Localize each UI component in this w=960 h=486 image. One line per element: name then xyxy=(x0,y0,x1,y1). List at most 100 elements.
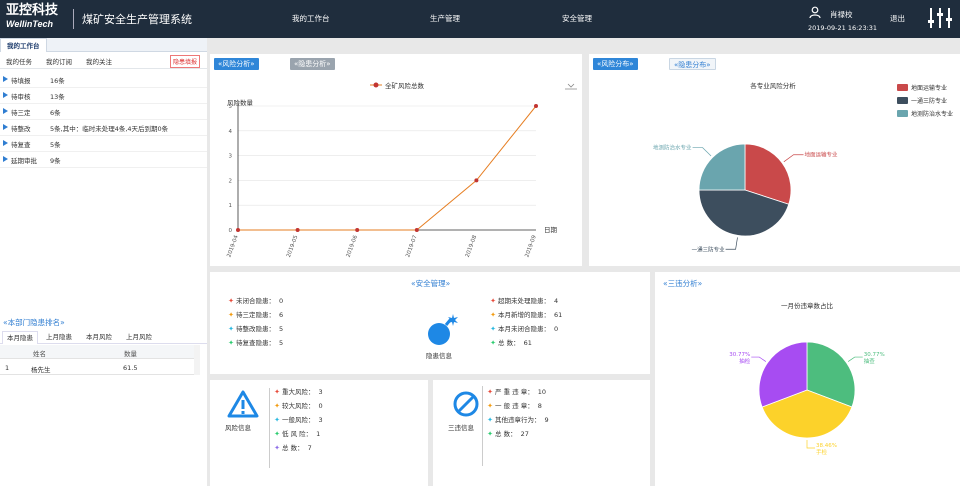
stat-label: 待复查隐患： xyxy=(236,339,275,347)
stat-label: 其他违章行为： xyxy=(495,416,541,424)
user-name[interactable]: 肖禄校 xyxy=(830,9,853,20)
ranking-scrollbar[interactable] xyxy=(194,345,200,375)
stat-total-risk[interactable]: ✦ 总 数： 7 xyxy=(274,442,312,452)
ranking-tab-last-month-risk[interactable]: 上月风险 xyxy=(122,331,156,344)
task-row-fill[interactable]: 待填报 16条 xyxy=(0,72,207,88)
subtab-my-follows[interactable]: 我的关注 xyxy=(86,56,112,66)
stat-value: 0 xyxy=(554,325,559,333)
stat-total-hazard[interactable]: ✦ 总 数： 61 xyxy=(490,337,532,347)
risk-info-label: 风险信息 xyxy=(225,424,251,432)
stat-total-violation[interactable]: ✦ 总 数： 27 xyxy=(487,428,529,438)
stat-unclosed-month[interactable]: ✦ 本月未闭合隐患： 0 xyxy=(490,323,558,333)
stat-label: 总 数： xyxy=(498,339,520,347)
risk-line-chart: 全矿风险总数风险数量012345日期2019-04 2019-05 2019-06 2… xyxy=(226,81,577,258)
system-title: 煤矿安全生产管理系统 xyxy=(82,13,192,26)
x-axis-title: 日期 xyxy=(544,226,558,234)
ranking-tab-this-month-hazard[interactable]: 本月隐患 xyxy=(2,331,38,344)
data-point xyxy=(414,228,419,232)
stat-general-violation[interactable]: ✦ 一 般 违 章： 8 xyxy=(487,400,542,410)
task-row-three-define[interactable]: 待三定 6条 xyxy=(0,104,207,120)
legend-label: 全矿风险总数 xyxy=(385,81,425,90)
task-row-review[interactable]: 待审核 13条 xyxy=(0,88,207,104)
three-analysis-title[interactable]: «三违分析» xyxy=(663,278,702,289)
logo-cn: 亚控科技 xyxy=(6,3,59,18)
legend-swatch xyxy=(897,110,908,117)
nav-my-workspace[interactable]: 我的工作台 xyxy=(292,13,330,24)
series-line xyxy=(238,105,537,231)
stat-value: 8 xyxy=(537,402,542,410)
stat-pending-rectify[interactable]: ✦ 待整改隐患： 5 xyxy=(228,323,283,333)
slice-label: 手检 xyxy=(816,448,828,456)
stat-major-risk[interactable]: ✦ 重大风险： 3 xyxy=(274,386,323,396)
stat-pending-three-define[interactable]: ✦ 待三定隐患： 6 xyxy=(228,309,283,319)
subtab-my-subscriptions[interactable]: 我的订阅 xyxy=(46,56,72,66)
task-label: 延期审批 xyxy=(11,157,37,165)
cross-icon: ✦ xyxy=(274,430,280,438)
tab-my-workspace[interactable]: 我的工作台 xyxy=(0,38,47,52)
data-point xyxy=(474,178,479,183)
bomb-icon xyxy=(428,314,458,345)
stat-value: 3 xyxy=(318,416,323,424)
stat-label: 一般风险： xyxy=(282,416,315,424)
cross-icon: ✦ xyxy=(490,339,496,347)
pie-title: 一月份违章数占比 xyxy=(781,301,834,310)
stat-label: 重大风险： xyxy=(282,388,315,396)
hidden-hazard-report-button[interactable]: 隐患填报 xyxy=(170,55,201,68)
cross-icon: ✦ xyxy=(228,297,234,305)
cross-icon: ✦ xyxy=(487,388,493,396)
data-point xyxy=(534,104,538,108)
hidden-distribution-button[interactable]: «隐患分布» xyxy=(669,58,716,70)
safety-title[interactable]: «安全管理» xyxy=(411,278,450,289)
stat-low-risk[interactable]: ✦ 低 风 险： 1 xyxy=(274,428,320,438)
company-logo: 亚控科技 WellinTech xyxy=(6,3,68,35)
label-leader xyxy=(806,440,815,449)
nav-production[interactable]: 生产管理 xyxy=(430,13,460,24)
stat-pending-recheck[interactable]: ✦ 待复查隐患： 5 xyxy=(228,337,283,347)
safety-management-panel: «安全管理» ✦ 未闭合隐患： 0 ✦ 待三定隐患： 6 ✦ 待整改隐患： 5 ✦ 待复查隐患… xyxy=(210,272,650,374)
data-point xyxy=(295,228,300,232)
stat-value: 0 xyxy=(318,402,323,410)
prohibited-icon xyxy=(453,391,479,417)
subtab-my-tasks[interactable]: 我的任务 xyxy=(6,56,32,66)
stat-other-violation[interactable]: ✦ 其他违章行为： 9 xyxy=(487,414,549,424)
task-label: 待整改 xyxy=(11,125,31,133)
table-row[interactable]: 1 杨先生 61.5 xyxy=(0,360,194,375)
subtab-divider xyxy=(0,68,207,69)
three-violations-panel: «三违分析» 一月份违章数占比 30.77% 抽查 38.46% 手检 30.77% 抽检 xyxy=(655,272,960,486)
logout-button[interactable]: 退出 xyxy=(890,13,905,24)
cross-icon: ✦ xyxy=(487,416,493,424)
stat-general-risk[interactable]: ✦ 一般风险： 3 xyxy=(274,414,323,424)
violation-info-divider xyxy=(482,386,483,466)
stat-serious-violation[interactable]: ✦ 严 重 违 章： 10 xyxy=(487,386,546,396)
ranking-tab-this-month-risk[interactable]: 本月风险 xyxy=(82,331,116,344)
slice-percent: 30.77% xyxy=(729,352,750,358)
task-row-extension[interactable]: 延期审批 9条 xyxy=(0,152,207,168)
task-row-recheck[interactable]: 待复查 5条 xyxy=(0,136,207,152)
hidden-analysis-button[interactable]: «隐患分析» xyxy=(290,58,335,70)
risk-analysis-button[interactable]: «风险分析» xyxy=(214,58,259,70)
stat-larger-risk[interactable]: ✦ 较大风险： 0 xyxy=(274,400,323,410)
stat-new-hazard-month[interactable]: ✦ 本月新增的隐患： 61 xyxy=(490,309,562,319)
user-icon[interactable] xyxy=(809,6,821,18)
ranking-tab-last-month-hazard[interactable]: 上月隐患 xyxy=(42,331,76,344)
task-value: 6条 xyxy=(50,109,61,117)
stat-value: 4 xyxy=(554,297,559,305)
slice-label: 地面运输专业 xyxy=(805,151,839,159)
stat-label: 未闭合隐患： xyxy=(236,297,275,305)
label-leader xyxy=(751,356,767,362)
stat-unclosed-hazard[interactable]: ✦ 未闭合隐患： 0 xyxy=(228,295,283,305)
label-leader xyxy=(725,237,738,250)
legend-label: 一通三防专业 xyxy=(911,97,947,105)
stat-overdue-hazard[interactable]: ✦ 超期未处理隐患： 4 xyxy=(490,295,558,305)
nav-safety[interactable]: 安全管理 xyxy=(562,13,592,24)
stat-value: 0 xyxy=(279,297,284,305)
triangle-right-icon xyxy=(3,140,8,146)
risk-distribution-button[interactable]: «风险分布» xyxy=(593,58,638,70)
header-divider xyxy=(73,9,74,29)
sliders-icon[interactable] xyxy=(927,7,953,29)
task-row-rectify[interactable]: 待整改 5条,其中：临时未处理4条,4天后到期0条 xyxy=(0,120,207,136)
stat-label: 较大风险： xyxy=(282,402,315,410)
cross-icon: ✦ xyxy=(490,325,496,333)
stat-label: 待三定隐患： xyxy=(236,311,275,319)
top-header: 亚控科技 WellinTech 煤矿安全生产管理系统 我的工作台 生产管理 安全… xyxy=(0,0,960,38)
